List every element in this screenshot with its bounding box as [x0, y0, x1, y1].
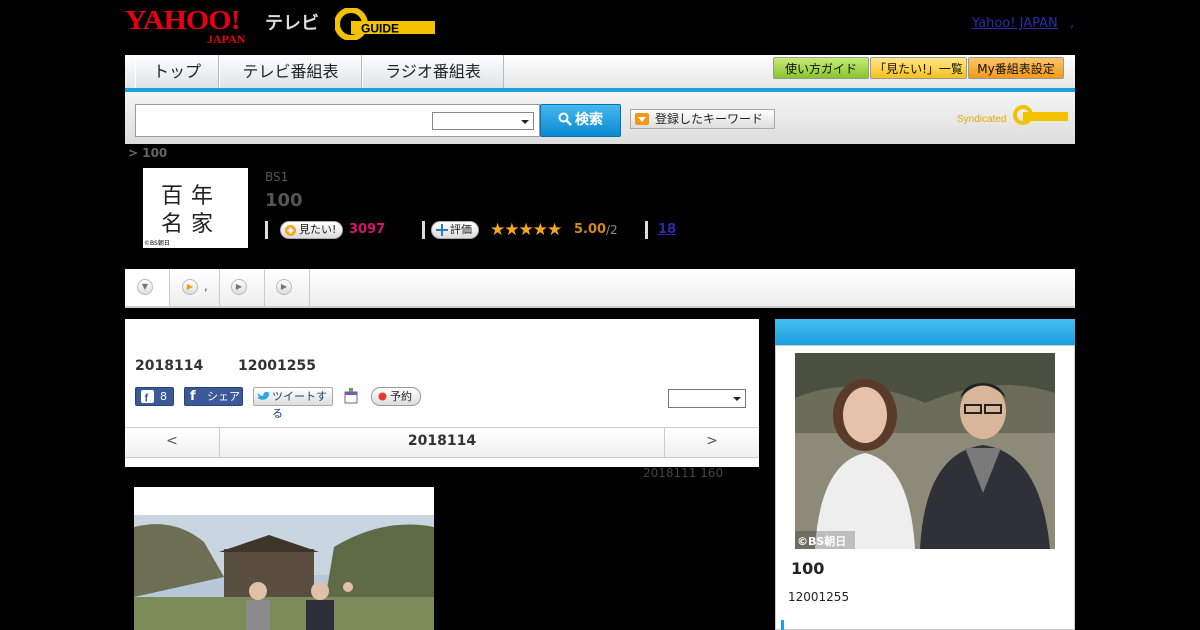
yahoo-tv-logo[interactable]: YAHOO! JAPAN テレビ [125, 6, 325, 46]
twitter-bird-icon [257, 391, 270, 400]
sidebar-photo-credit: ©BS朝日 [797, 534, 846, 548]
rate-label: 評価 [450, 223, 472, 236]
mitai-button[interactable]: 見たい! [280, 221, 344, 239]
review-count-link[interactable]: 18 [658, 222, 676, 237]
mitai-list-button[interactable]: 「見たい!」一覧 [870, 57, 967, 79]
sidebar-program-time: 12001255 [788, 590, 850, 604]
tab-4[interactable]: ▶ [265, 269, 310, 306]
chevron-down-icon [521, 120, 529, 124]
nav-tab-radio-listings[interactable]: ラジオ番組表 [362, 55, 504, 88]
divider [645, 221, 648, 239]
thumb-char-4: 家 [191, 212, 214, 237]
gguide-logo-text: GUIDE [361, 22, 399, 36]
search-button-label: 検索 [575, 112, 603, 128]
my-listing-settings-button[interactable]: My番組表設定 [968, 57, 1064, 79]
sidebar-photo: ©BS朝日 [795, 353, 1055, 549]
play-icon: ▶ [231, 279, 247, 295]
divider [422, 221, 425, 239]
facebook-like-button[interactable]: f 8 [135, 387, 174, 406]
facebook-icon: f [190, 389, 196, 404]
sidebar-header [775, 319, 1075, 345]
plus-icon [436, 224, 448, 236]
reserve-label: 予約 [390, 390, 412, 403]
header-link-separator: , [1070, 16, 1075, 31]
facebook-like-count: 8 [160, 390, 167, 403]
updated-info: 2018111 160 [643, 466, 724, 480]
program-thumbnail: 百 年 名 家 ©BS朝日 [143, 168, 248, 248]
channel-name: BS1 [265, 170, 289, 184]
registered-keywords-label: 登録したキーワード [655, 112, 764, 126]
rating-stars: ★★★★★ [490, 220, 562, 240]
tab-3[interactable]: ▶ [220, 269, 265, 306]
facebook-share-label: シェア [207, 390, 240, 403]
broadcast-date: 2018114 [135, 358, 204, 374]
search-category-select[interactable] [432, 112, 534, 130]
program-photo [134, 487, 434, 630]
gguide-logo[interactable]: GUIDE [335, 8, 435, 40]
prev-date-button[interactable]: < [125, 427, 220, 458]
next-date-button[interactable]: > [664, 427, 759, 458]
options-select[interactable] [668, 389, 746, 408]
mitai-count: 3097 [349, 222, 386, 237]
sidebar-photo-image: ©BS朝日 [795, 353, 1055, 549]
divider [265, 221, 268, 239]
program-photo-image [134, 515, 434, 630]
play-icon: ▶ [182, 279, 198, 295]
tab-2[interactable]: ▶ , [170, 269, 220, 306]
syndicated-label: Syndicated [957, 114, 1006, 125]
rating-count: /2 [606, 223, 618, 237]
triangle-down-icon [635, 113, 649, 125]
plus-icon [285, 225, 296, 236]
guide-button[interactable]: 使い方ガイド [773, 57, 869, 79]
yahoo-japan-link[interactable]: Yahoo! JAPAN [972, 16, 1058, 31]
chevron-down-icon: ▼ [137, 279, 153, 295]
search-icon [558, 112, 572, 126]
nav-tab-tv-listings[interactable]: テレビ番組表 [219, 55, 362, 88]
rating-value: 5.00 [574, 222, 607, 237]
svg-text:f: f [145, 393, 149, 404]
tv-logo-text: テレビ [265, 13, 319, 34]
program-tab-bar: ▼ ▶ , ▶ ▶ [125, 269, 1075, 308]
facebook-icon: f [141, 390, 154, 403]
rate-button[interactable]: 評価 [431, 221, 479, 239]
tab-1[interactable]: ▼ [125, 269, 170, 306]
syndicated-gguide-logo: Syndicated [957, 105, 1068, 125]
facebook-share-button[interactable]: f シェア [184, 387, 243, 406]
tweet-button[interactable]: ツイートする [253, 387, 333, 420]
broadcast-time: 12001255 [238, 358, 316, 374]
record-icon [378, 392, 387, 401]
chevron-down-icon [733, 397, 741, 401]
sidebar-accent-bar [781, 620, 784, 630]
add-calendar-icon[interactable] [344, 388, 358, 404]
breadcrumb[interactable]: > 100 [128, 146, 167, 160]
tab-2-label: , [204, 279, 208, 293]
thumb-credit: ©BS朝日 [144, 240, 170, 247]
mitai-label: 見たい! [299, 223, 337, 236]
global-nav: トップ テレビ番組表 ラジオ番組表 使い方ガイド 「見たい!」一覧 My番組表設… [125, 55, 1075, 92]
thumb-char-3: 名 [161, 212, 184, 237]
sidebar-program-title: 100 [791, 559, 825, 578]
current-date: 2018114 [407, 433, 477, 449]
program-title: 100 [265, 190, 303, 211]
play-icon: ▶ [276, 279, 292, 295]
search-button[interactable]: 検索 [540, 104, 621, 137]
reserve-button[interactable]: 予約 [371, 387, 421, 406]
nav-tab-top[interactable]: トップ [135, 55, 219, 88]
yahoo-logo-japan: JAPAN [207, 32, 246, 46]
registered-keywords-button[interactable]: 登録したキーワード [630, 109, 775, 129]
